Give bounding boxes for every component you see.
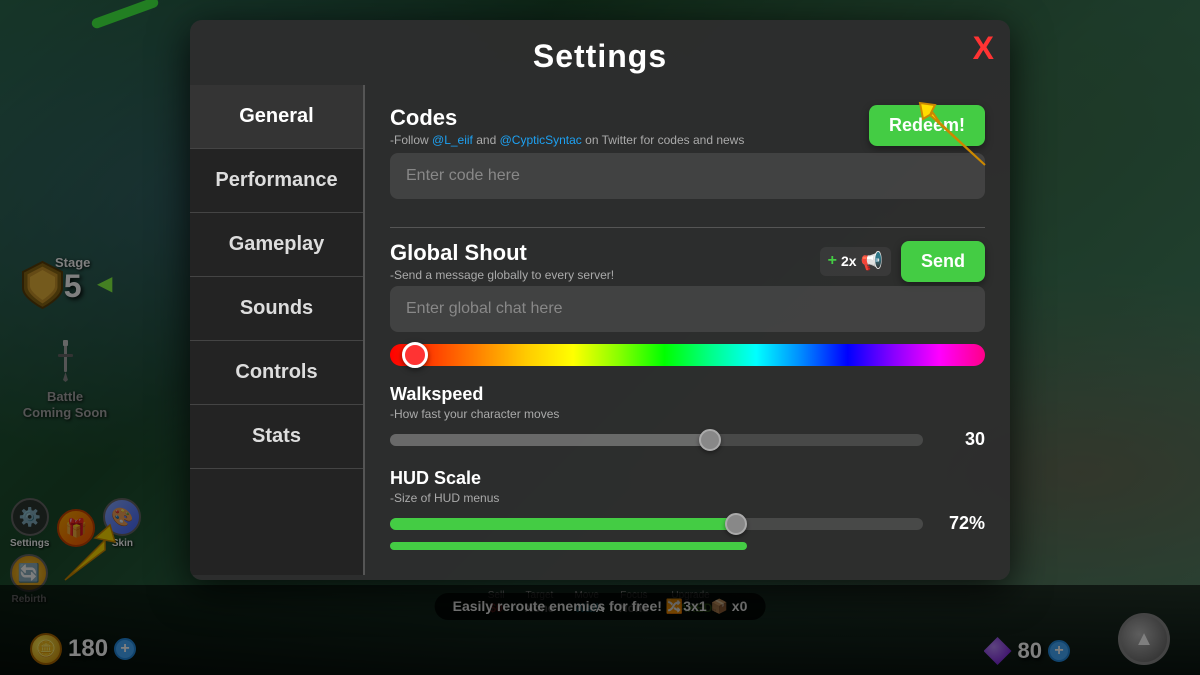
sidebar-nav: General Performance Gameplay Sounds Cont…	[190, 85, 365, 575]
nav-performance[interactable]: Performance	[190, 149, 363, 213]
hud-scale-value: 72%	[935, 513, 985, 534]
hud-scale-slider-row: 72%	[390, 513, 985, 534]
twitter2: @CypticSyntac	[500, 133, 582, 147]
color-slider-container	[390, 344, 985, 366]
modal-overlay: Settings X General Performance Gameplay …	[0, 0, 1200, 675]
chat-input[interactable]	[390, 286, 985, 332]
plus-icon: +	[828, 252, 837, 270]
hud-scale-track[interactable]	[390, 518, 923, 530]
nav-gameplay[interactable]: Gameplay	[190, 213, 363, 277]
nav-stats[interactable]: Stats	[190, 405, 363, 469]
walkspeed-title: Walkspeed	[390, 384, 985, 405]
walkspeed-thumb[interactable]	[699, 429, 721, 451]
send-button[interactable]: Send	[901, 241, 985, 282]
shout-subtitle: -Send a message globally to every server…	[390, 268, 614, 282]
walkspeed-track[interactable]	[390, 434, 923, 446]
nav-controls[interactable]: Controls	[190, 341, 363, 405]
shout-header: Global Shout -Send a message globally to…	[390, 240, 985, 282]
modal-main-content: Codes -Follow @L_eiif and @CypticSyntac …	[365, 85, 1010, 575]
modal-title: Settings	[190, 20, 1010, 85]
nav-general[interactable]: General	[190, 85, 363, 149]
color-slider[interactable]	[390, 344, 985, 366]
code-input[interactable]	[390, 153, 985, 199]
hud-scale-title: HUD Scale	[390, 468, 985, 489]
nav-sounds[interactable]: Sounds	[190, 277, 363, 341]
codes-section-header: Codes -Follow @L_eiif and @CypticSyntac …	[390, 105, 985, 147]
walkspeed-fill	[390, 434, 710, 446]
close-button[interactable]: X	[973, 32, 994, 64]
shout-controls: + 2x 📢 Send	[820, 241, 985, 282]
multiplier-value: 2x	[841, 253, 857, 269]
redeem-button[interactable]: Redeem!	[869, 105, 985, 146]
hud-scale-row: HUD Scale -Size of HUD menus 72%	[390, 468, 985, 550]
walkspeed-row: Walkspeed -How fast your character moves…	[390, 384, 985, 450]
walkspeed-slider-row: 30	[390, 429, 985, 450]
shout-info: Global Shout -Send a message globally to…	[390, 240, 614, 282]
hud-scale-fill	[390, 518, 736, 530]
divider-1	[390, 227, 985, 228]
hud-scale-desc: -Size of HUD menus	[390, 491, 985, 505]
hud-scale-thumb[interactable]	[725, 513, 747, 535]
modal-body: General Performance Gameplay Sounds Cont…	[190, 85, 1010, 575]
megaphone-icon: 📢	[861, 251, 883, 272]
shout-title: Global Shout	[390, 240, 614, 266]
settings-modal: Settings X General Performance Gameplay …	[190, 20, 1010, 580]
color-handle[interactable]	[402, 342, 428, 368]
twitter1: @L_eiif	[432, 133, 473, 147]
codes-subtitle: -Follow @L_eiif and @CypticSyntac on Twi…	[390, 133, 744, 147]
multiplier-badge: + 2x 📢	[820, 247, 891, 276]
green-progress-bar	[390, 542, 747, 550]
walkspeed-desc: -How fast your character moves	[390, 407, 985, 421]
codes-info: Codes -Follow @L_eiif and @CypticSyntac …	[390, 105, 744, 147]
codes-title: Codes	[390, 105, 744, 131]
walkspeed-value: 30	[935, 429, 985, 450]
